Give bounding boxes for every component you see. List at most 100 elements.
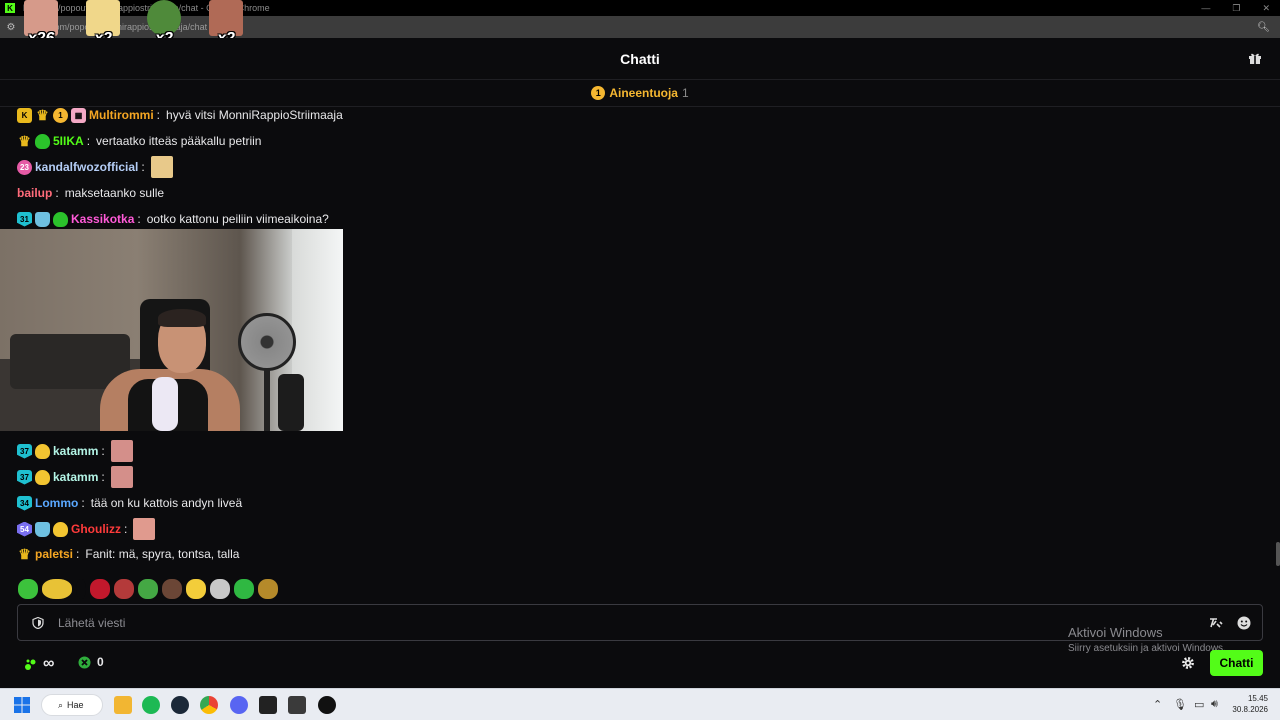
chat-username[interactable]: paletsi — [35, 547, 73, 561]
chat-message: 31 Kassikotka: ootko kattonu peiliin vii… — [17, 208, 329, 230]
channel-points[interactable]: ∞ — [24, 655, 54, 673]
rl-app-icon[interactable] — [288, 696, 306, 714]
emote-sunglasses-icon[interactable] — [42, 579, 72, 599]
kick-points[interactable]: 0 — [78, 655, 104, 669]
chat-message: 37 katamm: — [17, 466, 133, 488]
steam-icon[interactable] — [171, 696, 189, 714]
network-icon[interactable]: ▭ — [1194, 698, 1204, 711]
shield-icon[interactable] — [32, 616, 44, 629]
chat-username[interactable]: Ghoulizz — [71, 522, 121, 536]
subscriber-badge-icon: 37 — [17, 469, 32, 485]
chrome-icon[interactable] — [200, 696, 218, 714]
rank-badge-icon: 1 — [53, 107, 68, 123]
gift-badge-icon: ▦ — [71, 107, 86, 123]
chat-scrollbar[interactable] — [1276, 542, 1280, 566]
tray-chevron-icon[interactable]: ⌃ — [1153, 698, 1162, 711]
emote-quick-bar — [18, 577, 278, 601]
emote-frog-icon[interactable] — [138, 579, 158, 599]
webcam-overlay — [0, 229, 343, 431]
file-explorer-icon[interactable] — [114, 696, 132, 714]
gold-badge-icon — [35, 469, 50, 485]
taskbar-clock[interactable]: 15.45 30.8.2026 — [1230, 693, 1268, 715]
emote-combo-2: x2 — [84, 0, 122, 47]
chat-text: maksetaanko sulle — [64, 186, 165, 200]
windows-start-icon[interactable] — [13, 696, 31, 714]
rank-coin-icon: 1 — [591, 86, 606, 100]
minimize-icon[interactable]: — — [1201, 3, 1210, 14]
emote-face-icon[interactable] — [110, 466, 133, 488]
chat-message: 34 Lommo: tää on ku kattois andyn liveä — [17, 492, 242, 514]
chat-header: Chatti — [0, 38, 1280, 80]
microphone-tray-icon[interactable]: 🎙︎ — [1173, 698, 1187, 711]
windows-taskbar: ⌕ Hae ⌃ 🎙︎ ▭ 🔊︎ 15.45 30.8.2026 — [0, 688, 1280, 720]
chat-message: K ♛ 1 ▦ Multirommi: hyvä vitsi MonniRapp… — [17, 104, 343, 126]
leaderboard-count: 1 — [681, 86, 689, 100]
chat-username[interactable]: katamm — [53, 470, 98, 484]
chat-text: vertaatko itteäs pääkallu petriin — [96, 134, 262, 148]
chat-text: ootko kattonu peiliin viimeaikoina? — [146, 212, 329, 226]
emote-frog-icon[interactable] — [18, 579, 38, 599]
emote-combo-3: x2 — [145, 0, 183, 47]
window-controls: — ❐ ✕ — [1201, 3, 1270, 14]
message-input[interactable] — [58, 615, 1058, 630]
chat-username[interactable]: 5IIKA — [53, 134, 84, 148]
chat-message: ♛ paletsi: Fanit: mä, spyra, tontsa, tal… — [18, 545, 240, 562]
chat-username[interactable]: kandalfwozofficial — [35, 160, 138, 174]
subscriber-badge-icon: 37 — [17, 443, 32, 459]
search-label: Hae — [67, 700, 84, 710]
obs-icon[interactable] — [318, 696, 336, 714]
zoom-icon[interactable]: 🔍︎ — [1257, 22, 1270, 33]
emote-red-icon[interactable] — [90, 579, 110, 599]
emote-duck-icon[interactable] — [186, 579, 206, 599]
kick-badge-icon: K — [17, 107, 32, 123]
gold-badge-icon — [35, 443, 50, 459]
emote-face-icon[interactable] — [133, 518, 156, 540]
subscriber-badge-icon: 54 — [17, 521, 32, 537]
chat-username[interactable]: Lommo — [35, 496, 78, 510]
green-sub-badge-icon — [53, 211, 68, 227]
send-chat-button[interactable]: Chatti — [1210, 650, 1263, 676]
chat-username[interactable]: Kassikotka — [71, 212, 134, 226]
chat-message: bailup: maksetaanko sulle — [17, 186, 165, 200]
crown-badge-icon: ♛ — [18, 132, 31, 149]
kick-points-value: 0 — [97, 655, 104, 669]
spotify-icon[interactable] — [142, 696, 160, 714]
chat-text: hyvä vitsi MonniRappioStriimaaja — [166, 108, 343, 122]
gear-icon[interactable] — [1181, 656, 1195, 670]
chat-username[interactable]: Multirommi — [89, 108, 154, 122]
trophy-badge-icon — [35, 211, 50, 227]
taskbar-search[interactable]: ⌕ Hae — [41, 694, 103, 716]
emote-rat-icon[interactable] — [210, 579, 230, 599]
emote-face-icon[interactable] — [150, 156, 173, 178]
kick-coin-icon — [78, 656, 91, 668]
emoji-icon[interactable] — [1236, 615, 1252, 631]
search-icon: ⌕ — [58, 699, 64, 710]
gifter-badge-icon: 23 — [17, 159, 32, 175]
emote-combo-4: x2 — [207, 0, 245, 47]
emote-face-icon[interactable] — [162, 579, 182, 599]
points-value: ∞ — [43, 655, 55, 672]
app-x-icon[interactable] — [259, 696, 277, 714]
points-icon — [25, 659, 36, 670]
chat-message: 37 katamm: — [17, 440, 133, 462]
emote-knife-icon[interactable] — [114, 579, 134, 599]
emote-combo-1: x26 — [22, 0, 60, 47]
maximize-icon[interactable]: ❐ — [1232, 3, 1240, 14]
leaderboard-user[interactable]: Aineentuoja — [609, 86, 678, 100]
volume-icon[interactable]: 🔊︎ — [1211, 698, 1218, 711]
gold-badge-icon — [53, 521, 68, 537]
chat-username[interactable]: bailup — [17, 186, 52, 200]
microphone-icon — [152, 377, 178, 431]
green-sub-badge-icon — [35, 133, 50, 149]
fan-icon — [238, 313, 296, 371]
gift-icon[interactable] — [1248, 51, 1262, 65]
close-icon[interactable]: ✕ — [1262, 3, 1270, 14]
chat-message: 23 kandalfwozofficial: — [17, 156, 173, 178]
emote-pepe-icon[interactable] — [234, 579, 254, 599]
gift-leaderboard[interactable]: 1 Aineentuoja 1 — [0, 80, 1280, 107]
emote-gold-icon[interactable] — [258, 579, 278, 599]
chat-username[interactable]: katamm — [53, 444, 98, 458]
discord-icon[interactable] — [230, 696, 248, 714]
chat-title: Chatti — [620, 50, 660, 67]
emote-face-icon[interactable] — [110, 440, 133, 462]
